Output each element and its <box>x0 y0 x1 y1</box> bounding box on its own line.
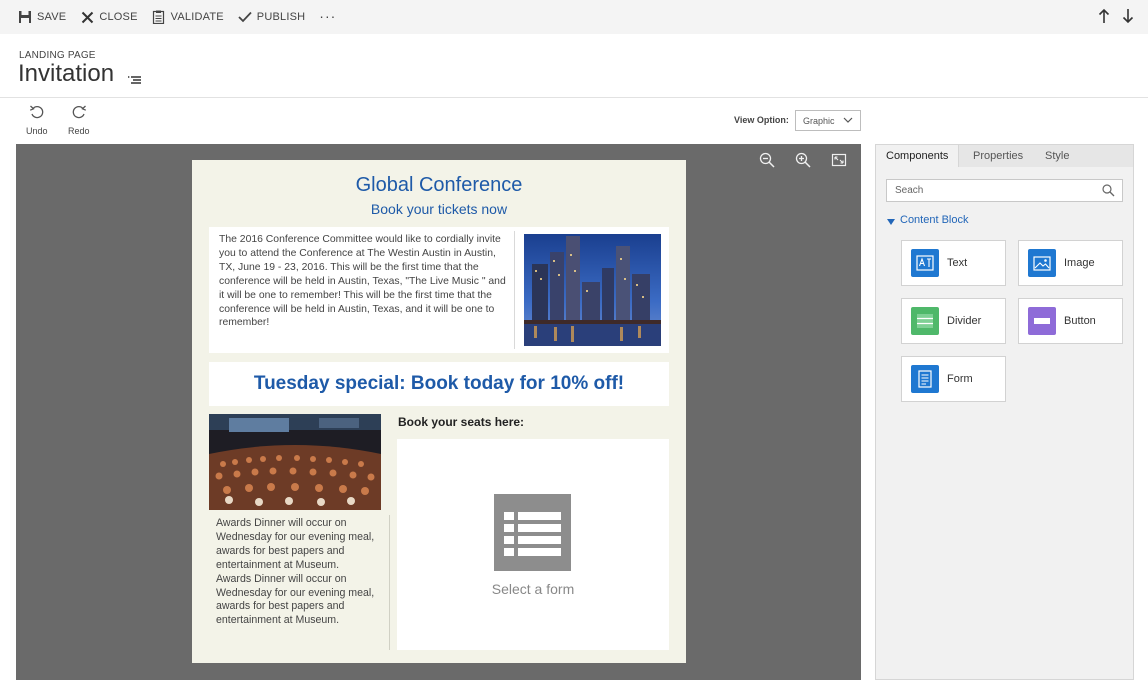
fit-to-screen-icon[interactable] <box>831 152 847 168</box>
image-component[interactable]: Image <box>1018 240 1123 286</box>
save-button[interactable]: SAVE <box>18 10 66 24</box>
form-selector-menu-icon[interactable] <box>128 73 142 85</box>
save-label: SAVE <box>37 11 67 23</box>
undo-label: Undo <box>26 126 48 136</box>
landing-page-editor: SAVE CLOSE VALIDATE PUBLISH ··· LANDING … <box>0 0 1148 680</box>
book-seats-heading[interactable]: Book your seats here: <box>398 415 524 429</box>
panel-tabs: Components Properties Style <box>876 145 1133 167</box>
validate-icon <box>152 10 166 24</box>
design-canvas: Global Conference Book your tickets now … <box>16 144 861 680</box>
select-form-caption: Select a form <box>491 581 575 597</box>
tab-components[interactable]: Components <box>876 145 960 167</box>
special-offer-text[interactable]: Tuesday special: Book today for 10% off! <box>209 373 669 395</box>
previous-record-arrow-icon[interactable] <box>1098 8 1110 24</box>
image-component-label: Image <box>1064 257 1095 269</box>
awards-text[interactable]: Awards Dinner will occur on Wednesday fo… <box>216 517 376 628</box>
conference-subtitle[interactable]: Book your tickets now <box>192 201 686 217</box>
checkmark-icon <box>238 10 252 24</box>
intro-text[interactable]: The 2016 Conference Committee would like… <box>219 233 511 330</box>
save-icon <box>18 10 32 24</box>
special-offer-section[interactable]: Tuesday special: Book today for 10% off! <box>209 362 669 406</box>
validate-label: VALIDATE <box>170 11 224 23</box>
intro-section[interactable]: The 2016 Conference Committee would like… <box>209 227 669 353</box>
tab-properties[interactable]: Properties <box>963 145 1033 167</box>
redo-label: Redo <box>68 126 90 136</box>
form-list-icon <box>911 365 939 393</box>
austin-skyline-image[interactable] <box>524 234 661 346</box>
undo-button[interactable]: Undo <box>26 104 48 136</box>
page-title: Invitation <box>18 60 115 87</box>
publish-label: PUBLISH <box>256 11 306 23</box>
zoom-out-icon[interactable] <box>759 152 775 168</box>
form-icon <box>494 494 571 571</box>
command-bar: SAVE CLOSE VALIDATE PUBLISH ··· <box>0 0 1148 34</box>
zoom-in-icon[interactable] <box>795 152 811 168</box>
view-option-select[interactable]: Graphic <box>795 110 861 131</box>
form-component[interactable]: Form <box>901 356 1006 402</box>
conference-hall-image[interactable] <box>209 414 381 510</box>
publish-button[interactable]: PUBLISH <box>238 10 305 24</box>
validate-button[interactable]: VALIDATE <box>152 10 224 24</box>
divider-component-label: Divider <box>947 315 982 327</box>
column-divider <box>514 231 515 349</box>
content-block-section-toggle[interactable]: Content Block <box>887 214 968 226</box>
close-button[interactable]: CLOSE <box>80 10 137 24</box>
collapse-triangle-icon <box>887 217 895 225</box>
component-search-input[interactable]: Seach <box>886 179 1123 202</box>
record-navigation <box>1098 8 1134 24</box>
close-label: CLOSE <box>99 11 138 23</box>
search-icon[interactable] <box>1102 184 1115 197</box>
view-option-label: View Option: <box>734 115 789 125</box>
search-placeholder: Seach <box>895 185 924 196</box>
form-component-label: Form <box>947 373 973 385</box>
column-divider <box>389 515 390 650</box>
text-icon <box>911 249 939 277</box>
divider-component[interactable]: Divider <box>901 298 1006 344</box>
view-option-value: Graphic <box>803 115 835 126</box>
divider-icon <box>911 307 939 335</box>
undo-icon <box>29 104 45 120</box>
text-component-label: Text <box>947 257 968 269</box>
email-preview[interactable]: Global Conference Book your tickets now … <box>192 160 686 663</box>
text-component[interactable]: Text <box>901 240 1006 286</box>
components-panel: Components Properties Style Seach Conten… <box>875 144 1134 680</box>
redo-button[interactable]: Redo <box>68 104 90 136</box>
more-commands-button[interactable]: ··· <box>319 8 336 24</box>
button-icon <box>1028 307 1056 335</box>
close-icon <box>80 10 94 24</box>
conference-title[interactable]: Global Conference <box>192 174 686 197</box>
tab-style[interactable]: Style <box>1035 145 1079 167</box>
content-block-label: Content Block <box>900 214 969 226</box>
redo-icon <box>71 104 87 120</box>
button-component[interactable]: Button <box>1018 298 1123 344</box>
form-placeholder[interactable]: Select a form <box>397 439 669 650</box>
image-icon <box>1028 249 1056 277</box>
chevron-down-icon <box>843 116 853 124</box>
next-record-arrow-icon[interactable] <box>1122 8 1134 24</box>
button-component-label: Button <box>1064 315 1096 327</box>
header-divider <box>0 97 1148 98</box>
